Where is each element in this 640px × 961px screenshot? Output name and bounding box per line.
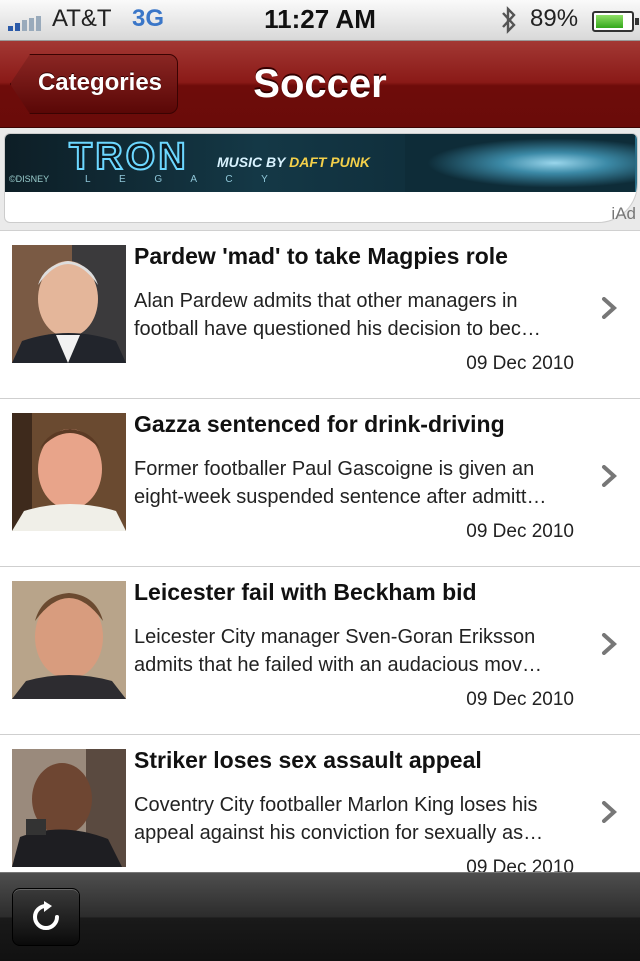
chevron-right-icon bbox=[602, 801, 617, 823]
iad-badge: iAd bbox=[611, 204, 636, 223]
summary-line: admits that he failed with an audacious … bbox=[134, 654, 542, 676]
article-thumbnail bbox=[12, 413, 126, 531]
bluetooth-icon bbox=[499, 6, 519, 40]
navigation-bar: Categories Soccer bbox=[0, 41, 640, 128]
article-thumbnail bbox=[12, 581, 126, 699]
battery-fill bbox=[596, 15, 623, 28]
article-summary: Coventry City footballer Marlon King los… bbox=[134, 791, 594, 847]
battery-percent: 89% bbox=[530, 5, 579, 32]
back-button[interactable]: Categories bbox=[10, 54, 178, 114]
article-thumbnail bbox=[12, 245, 126, 363]
article-date: 09 Dec 2010 bbox=[466, 353, 574, 374]
article-summary: Alan Pardew admits that other managers i… bbox=[134, 287, 594, 343]
ad-figure-image bbox=[405, 134, 635, 192]
summary-line: Coventry City footballer Marlon King los… bbox=[134, 794, 538, 816]
chevron-right-icon bbox=[602, 297, 617, 319]
article-headline: Leicester fail with Beckham bid bbox=[134, 579, 477, 605]
summary-line: appeal against his conviction for sexual… bbox=[134, 822, 544, 844]
status-bar: AT&T 3G 11:27 AM 89% bbox=[0, 0, 640, 41]
ad-music-prefix: MUSIC BY bbox=[217, 154, 286, 170]
ad-creative[interactable]: ©DISNEY TRON L E G A C Y MUSIC BY DAFT P… bbox=[4, 133, 638, 223]
ad-music-credit: MUSIC BY DAFT PUNK bbox=[217, 154, 370, 170]
refresh-button[interactable] bbox=[12, 888, 80, 946]
back-button-label: Categories bbox=[37, 69, 163, 96]
article-headline: Gazza sentenced for drink-driving bbox=[134, 411, 505, 437]
chevron-right-icon bbox=[602, 633, 617, 655]
article-headline: Striker loses sex assault appeal bbox=[134, 747, 482, 773]
chevron-right-icon bbox=[602, 465, 617, 487]
page-title: Soccer bbox=[253, 62, 387, 106]
article-summary: Leicester City manager Sven-Goran Erikss… bbox=[134, 623, 594, 679]
article-row[interactable]: Leicester fail with Beckham bid Leiceste… bbox=[0, 567, 640, 735]
summary-line: Former footballer Paul Gascoigne is give… bbox=[134, 458, 535, 480]
ad-artwork: ©DISNEY TRON L E G A C Y MUSIC BY DAFT P… bbox=[5, 134, 637, 192]
article-date: 09 Dec 2010 bbox=[466, 857, 574, 873]
article-row[interactable]: Striker loses sex assault appeal Coventr… bbox=[0, 735, 640, 873]
ad-banner[interactable]: ©DISNEY TRON L E G A C Y MUSIC BY DAFT P… bbox=[0, 128, 640, 230]
ad-logo: TRON bbox=[68, 135, 189, 179]
article-row[interactable]: Pardew 'mad' to take Magpies role Alan P… bbox=[0, 231, 640, 399]
article-summary: Former footballer Paul Gascoigne is give… bbox=[134, 455, 594, 511]
summary-line: eight-week suspended sentence after admi… bbox=[134, 486, 547, 508]
ad-brand: ©DISNEY bbox=[9, 174, 50, 184]
summary-line: football have questioned his decision to… bbox=[134, 318, 541, 340]
article-thumbnail bbox=[12, 749, 126, 867]
article-date: 09 Dec 2010 bbox=[466, 689, 574, 710]
bottom-toolbar bbox=[0, 872, 640, 961]
article-date: 09 Dec 2010 bbox=[466, 521, 574, 542]
battery-icon bbox=[592, 11, 639, 32]
ad-tagline: L E G A C Y bbox=[85, 174, 281, 185]
refresh-icon bbox=[33, 901, 59, 930]
summary-line: Alan Pardew admits that other managers i… bbox=[134, 290, 518, 312]
summary-line: Leicester City manager Sven-Goran Erikss… bbox=[134, 626, 536, 648]
ad-music-artist: DAFT PUNK bbox=[289, 154, 370, 170]
article-row[interactable]: Gazza sentenced for drink-driving Former… bbox=[0, 399, 640, 567]
article-list[interactable]: Pardew 'mad' to take Magpies role Alan P… bbox=[0, 230, 640, 873]
article-headline: Pardew 'mad' to take Magpies role bbox=[134, 243, 508, 269]
